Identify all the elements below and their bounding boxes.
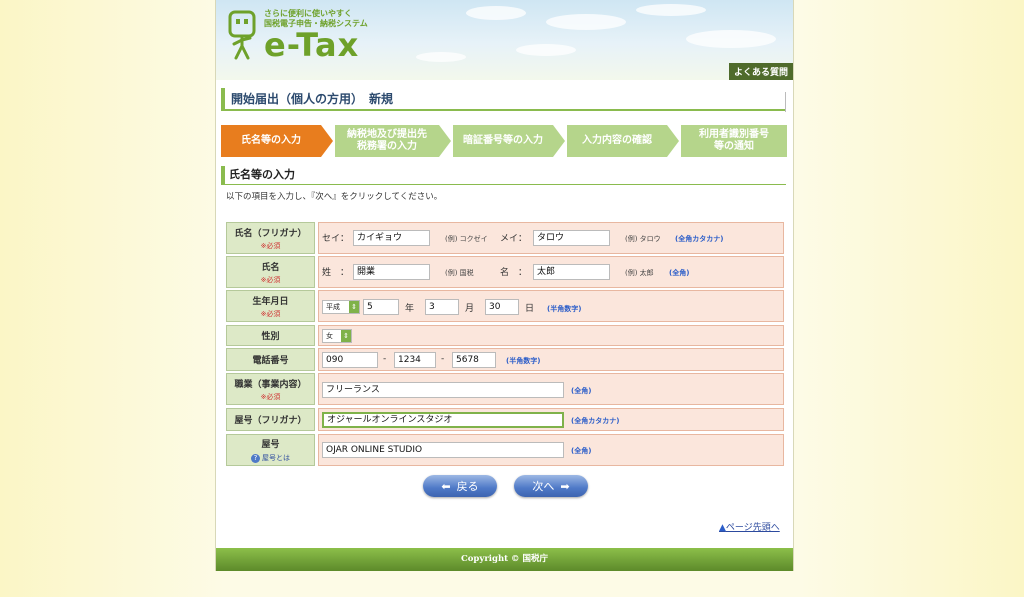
sei-kana-label: セイ： (322, 234, 350, 244)
kana-hint: (全角カタカナ) (675, 235, 724, 243)
help-icon: ? (251, 453, 260, 463)
sei-kana-example: (例) コクゼイ (445, 235, 488, 243)
trade-name-input[interactable]: OJAR ONLINE STUDIO (322, 442, 564, 458)
label-occupation: 職業（事業内容） (234, 379, 307, 390)
faq-link[interactable]: よくある質問 (728, 63, 793, 80)
phone-part2-input[interactable]: 1234 (394, 352, 436, 368)
sei-input[interactable]: 開業 (353, 264, 430, 280)
next-button[interactable]: 次へ ➡ (514, 475, 588, 497)
arrow-right-icon: ➡ (560, 479, 570, 493)
row-trade-name-kana: 屋号（フリガナ） オジャールオンラインスタジオ (全角カタカナ) (226, 408, 784, 431)
footer-copyright: Copyright © 国税庁 (216, 548, 793, 571)
phone-sep-1: - (383, 354, 387, 364)
trade-name-kana-hint: (全角カタカナ) (571, 417, 620, 425)
mei-kana-example: (例) タロウ (625, 235, 661, 243)
birth-year-input[interactable]: 5 (363, 299, 399, 315)
row-occupation: 職業（事業内容） ※必須 フリーランス (全角) (226, 373, 784, 405)
required-mark: ※必須 (260, 241, 281, 250)
birth-day-input[interactable]: 30 (485, 299, 519, 315)
era-select[interactable]: 平成 ⇕ (322, 300, 360, 314)
month-unit: 月 (465, 304, 475, 314)
phone-part3-input[interactable]: 5678 (452, 352, 496, 368)
progress-steps: 氏名等の入力 納税地及び提出先 税務署の入力 暗証番号等の入力 入力内容の確認 … (221, 125, 787, 157)
main-page: さらに便利に使いやすく 国税電子申告・納税システム e-Tax よくある質問 開… (215, 0, 794, 571)
trade-name-help-link[interactable]: ? 屋号とは (251, 453, 290, 463)
arrow-up-icon: ▲ (719, 523, 726, 533)
required-mark: ※必須 (260, 309, 281, 318)
label-trade-name: 屋号 (261, 440, 280, 450)
occupation-input[interactable]: フリーランス (322, 382, 564, 398)
arrow-left-icon: ⬅ (441, 479, 451, 493)
step-address-input: 納税地及び提出先 税務署の入力 (335, 125, 439, 157)
mei-example: (例) 太郎 (625, 269, 654, 277)
required-mark: ※必須 (260, 275, 281, 284)
row-birthday: 生年月日 ※必須 平成 ⇕ 5 年 3 月 30 日 (半角数字) (226, 290, 784, 322)
section-title: 氏名等の入力 (221, 166, 786, 185)
sei-kana-input[interactable]: カイギョウ (353, 230, 430, 246)
label-phone: 電話番号 (252, 356, 289, 366)
etax-logo[interactable]: e-Tax (264, 26, 359, 64)
instruction-text: 以下の項目を入力し、『次へ』をクリックしてください。 (226, 192, 443, 202)
mei-kana-label: メイ： (500, 234, 528, 244)
year-unit: 年 (405, 304, 415, 314)
trade-name-hint: (全角) (571, 447, 592, 455)
label-name: 氏名 (261, 262, 280, 273)
mei-input[interactable]: 太郎 (533, 264, 610, 280)
phone-part1-input[interactable]: 090 (322, 352, 378, 368)
sei-example: (例) 国税 (445, 269, 474, 277)
step-name-input: 氏名等の入力 (221, 125, 321, 157)
phone-hint: (半角数字) (506, 357, 541, 365)
label-trade-name-kana: 屋号（フリガナ） (234, 416, 307, 426)
step-id-notice: 利用者識別番号 等の通知 (681, 125, 787, 157)
header-banner: さらに便利に使いやすく 国税電子申告・納税システム e-Tax よくある質問 (216, 0, 793, 80)
required-mark: ※必須 (260, 392, 281, 401)
chevron-down-icon: ⇕ (349, 301, 359, 313)
row-name-furigana: 氏名（フリガナ） ※必須 セイ： カイギョウ (例) コクゼイ メイ： タロウ … (226, 222, 784, 254)
trade-name-kana-input[interactable]: オジャールオンラインスタジオ (322, 412, 564, 428)
phone-sep-2: - (441, 354, 445, 364)
etax-mascot-icon (228, 10, 256, 60)
label-birthday: 生年月日 (252, 296, 289, 307)
name-hint: (全角) (669, 269, 690, 277)
row-phone: 電話番号 090 - 1234 - 5678 (半角数字) (226, 348, 784, 371)
occupation-hint: (全角) (571, 387, 592, 395)
mei-kana-input[interactable]: タロウ (533, 230, 610, 246)
step-pin-input: 暗証番号等の入力 (453, 125, 553, 157)
row-name: 氏名 ※必須 姓 ： 開業 (例) 国税 名 ： 太郎 (例) 太郎 (全角) (226, 256, 784, 288)
birth-month-input[interactable]: 3 (425, 299, 459, 315)
back-button[interactable]: ⬅ 戻る (423, 475, 497, 497)
chevron-down-icon: ⇕ (341, 330, 351, 342)
page-title: 開始届出（個人の方用） 新規 (221, 88, 786, 112)
gender-select[interactable]: 女 ⇕ (322, 329, 352, 343)
step-confirm: 入力内容の確認 (567, 125, 667, 157)
label-name-furigana: 氏名（フリガナ） (234, 228, 307, 239)
day-unit: 日 (525, 304, 535, 314)
sei-label: 姓 ： (322, 268, 350, 278)
birthday-hint: (半角数字) (547, 305, 582, 313)
mei-label: 名 ： (500, 268, 528, 278)
label-gender: 性別 (261, 332, 280, 342)
row-gender: 性別 女 ⇕ (226, 325, 784, 346)
row-trade-name: 屋号 ? 屋号とは OJAR ONLINE STUDIO (全角) (226, 434, 784, 466)
page-top-link[interactable]: ▲ページ先頭へ (719, 520, 780, 533)
